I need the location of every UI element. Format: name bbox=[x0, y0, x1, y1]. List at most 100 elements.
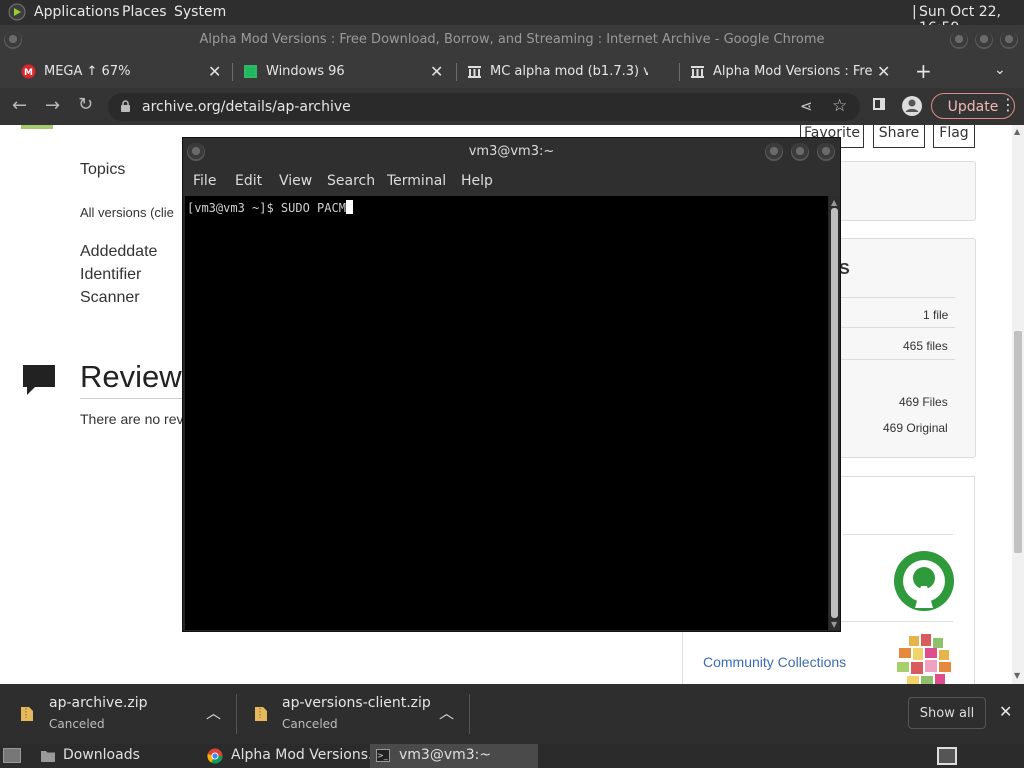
bookmark-star-icon[interactable]: ☆ bbox=[832, 96, 847, 116]
browser-titlebar: Alpha Mod Versions : Free Download, Borr… bbox=[0, 25, 1024, 55]
windows96-icon bbox=[243, 64, 258, 79]
forward-icon[interactable]: → bbox=[45, 95, 60, 116]
terminal-menu-view[interactable]: View bbox=[279, 173, 312, 189]
gnome-menu-icon[interactable] bbox=[8, 3, 26, 25]
meta-label-identifier: Identifier bbox=[80, 266, 142, 283]
lock-icon[interactable] bbox=[120, 100, 131, 117]
page-scrollbar-thumb[interactable] bbox=[1014, 331, 1022, 553]
terminal-prompt-line[interactable]: [vm3@vm3 ~]$ SUDO PACM bbox=[187, 200, 353, 215]
terminal-close-button[interactable] bbox=[817, 143, 835, 161]
scroll-down-arrow-icon[interactable]: ▼ bbox=[1014, 671, 1020, 680]
chrome-icon bbox=[207, 748, 223, 768]
terminal-menu-terminal[interactable]: Terminal bbox=[387, 173, 446, 189]
reviews-heading: Reviews bbox=[80, 359, 198, 394]
tab-mc-alpha-mod[interactable]: MC alpha mod (b1.7.3) versi bbox=[462, 55, 678, 88]
tab-mega[interactable]: M MEGA ↑ 67% ✕ bbox=[16, 55, 232, 88]
chrome-menu-icon[interactable]: ⋮ bbox=[1000, 95, 1016, 114]
taskbar-label: Downloads bbox=[63, 747, 140, 763]
download-shelf: ap-archive.zip Canceled ︿ ap-versions-cl… bbox=[0, 684, 1024, 744]
terminal-menu-search[interactable]: Search bbox=[327, 173, 375, 189]
window-menu-icon[interactable] bbox=[4, 31, 22, 49]
minimize-button[interactable] bbox=[950, 31, 968, 49]
archive-icon bbox=[467, 64, 482, 79]
terminal-maximize-button[interactable] bbox=[791, 143, 809, 161]
show-all-downloads-button[interactable]: Show all bbox=[908, 697, 986, 729]
file-count[interactable]: 1 file bbox=[923, 308, 948, 322]
window-title: Alpha Mod Versions : Free Download, Borr… bbox=[199, 32, 825, 47]
community-collections-icon[interactable] bbox=[893, 632, 955, 685]
terminal-window[interactable]: vm3@vm3:~ File Edit View Search Terminal… bbox=[182, 137, 841, 632]
close-window-button[interactable] bbox=[1000, 31, 1018, 49]
show-desktop-icon[interactable] bbox=[3, 748, 21, 763]
tab-search-chevron-icon[interactable]: ⌄ bbox=[994, 62, 1006, 78]
terminal-scroll-down-icon[interactable]: ▼ bbox=[831, 620, 837, 629]
maximize-button[interactable] bbox=[975, 31, 993, 49]
terminal-menu-help[interactable]: Help bbox=[461, 173, 493, 189]
tab-windows96[interactable]: Windows 96 ✕ bbox=[238, 55, 454, 88]
file-count[interactable]: 469 Files bbox=[899, 395, 948, 409]
download-options-chevron-icon[interactable]: ︿ bbox=[439, 702, 454, 723]
row-divider bbox=[843, 534, 953, 535]
bottom-taskbar: Downloads Alpha Mod Versions... >_ vm3@v… bbox=[0, 744, 1024, 768]
taskbar-item-terminal[interactable]: >_ vm3@vm3:~ bbox=[370, 744, 538, 768]
download-status: Canceled bbox=[49, 717, 105, 731]
close-tab-icon[interactable]: ✕ bbox=[430, 62, 443, 81]
tab-label: MC alpha mod (b1.7.3) versi bbox=[490, 64, 648, 79]
flag-button[interactable]: Flag bbox=[933, 125, 975, 148]
close-tab-icon[interactable]: ✕ bbox=[877, 62, 890, 81]
scroll-up-arrow-icon[interactable]: ▲ bbox=[1014, 127, 1020, 136]
back-icon[interactable]: ← bbox=[12, 95, 27, 116]
terminal-scroll-up-icon[interactable]: ▲ bbox=[831, 198, 837, 207]
file-count[interactable]: 469 Original bbox=[883, 421, 948, 435]
profile-avatar-icon[interactable] bbox=[901, 95, 923, 121]
terminal-menu-file[interactable]: File bbox=[193, 173, 216, 189]
taskbar-label: Alpha Mod Versions... bbox=[231, 747, 382, 763]
tab-divider bbox=[679, 63, 680, 81]
terminal-scrollbar[interactable]: ▲ ▼ bbox=[829, 196, 840, 630]
zip-file-icon bbox=[20, 706, 34, 726]
reviews-divider bbox=[80, 398, 190, 399]
side-panel-icon[interactable] bbox=[873, 98, 885, 110]
url-text[interactable]: archive.org/details/ap-archive bbox=[142, 99, 351, 115]
applications-menu[interactable]: Applications bbox=[34, 4, 120, 20]
topics-value[interactable]: All versions (clie bbox=[80, 205, 174, 220]
tab-alpha-mod-versions[interactable]: Alpha Mod Versions : Free D ✕ bbox=[685, 55, 901, 88]
reload-icon[interactable]: ↻ bbox=[78, 94, 93, 115]
mega-icon: M bbox=[21, 64, 36, 79]
file-count[interactable]: 465 files bbox=[903, 339, 948, 353]
system-menu[interactable]: System bbox=[174, 4, 226, 20]
page-scrollbar[interactable]: ▲ ▼ bbox=[1012, 125, 1024, 685]
download-status: Canceled bbox=[282, 717, 338, 731]
share-icon[interactable]: ⋖ bbox=[800, 97, 813, 115]
taskbar-label: vm3@vm3:~ bbox=[399, 747, 492, 763]
terminal-titlebar[interactable]: vm3@vm3:~ bbox=[183, 138, 840, 166]
workspace-switcher-icon[interactable] bbox=[937, 747, 957, 765]
terminal-window-menu-icon[interactable] bbox=[187, 143, 205, 161]
reviews-speech-bubble-icon bbox=[21, 363, 57, 401]
community-collections-link[interactable]: Community Collections bbox=[703, 654, 846, 670]
close-shelf-icon[interactable]: ✕ bbox=[999, 702, 1012, 721]
close-tab-icon[interactable]: ✕ bbox=[208, 62, 221, 81]
taskbar-item-downloads[interactable]: Downloads bbox=[36, 744, 200, 768]
topics-label: Topics bbox=[80, 161, 126, 178]
share-button[interactable]: Share bbox=[873, 125, 925, 148]
download-options-card: S 1 file 465 files 469 Files 469 Origina… bbox=[838, 238, 976, 458]
terminal-scrollbar-thumb[interactable] bbox=[831, 208, 838, 618]
navigation-bar: ← → ↻ archive.org/details/ap-archive ⋖ ☆… bbox=[0, 88, 1024, 125]
terminal-menu-edit[interactable]: Edit bbox=[235, 173, 262, 189]
new-tab-icon[interactable]: + bbox=[915, 59, 932, 83]
terminal-output[interactable]: [vm3@vm3 ~]$ SUDO PACM bbox=[185, 196, 828, 630]
download-item[interactable]: ap-versions-client.zip Canceled ︿ bbox=[237, 684, 469, 744]
taskbar-item-chrome[interactable]: Alpha Mod Versions... bbox=[201, 744, 381, 768]
terminal-minimize-button[interactable] bbox=[765, 143, 783, 161]
svg-text:M: M bbox=[24, 68, 33, 78]
tab-label: Windows 96 bbox=[266, 64, 345, 79]
open-source-logo-icon[interactable] bbox=[893, 550, 955, 616]
clock-sep: | bbox=[912, 4, 917, 20]
top-panel: Applications Places System | Sun Oct 22,… bbox=[0, 0, 1024, 36]
terminal-command-text: [vm3@vm3 ~]$ SUDO PACM bbox=[187, 201, 346, 215]
download-options-chevron-icon[interactable]: ︿ bbox=[206, 702, 221, 723]
download-item[interactable]: ap-archive.zip Canceled ︿ bbox=[0, 684, 236, 744]
places-menu[interactable]: Places bbox=[122, 4, 167, 20]
address-bar[interactable]: archive.org/details/ap-archive ⋖ ☆ bbox=[108, 93, 860, 121]
